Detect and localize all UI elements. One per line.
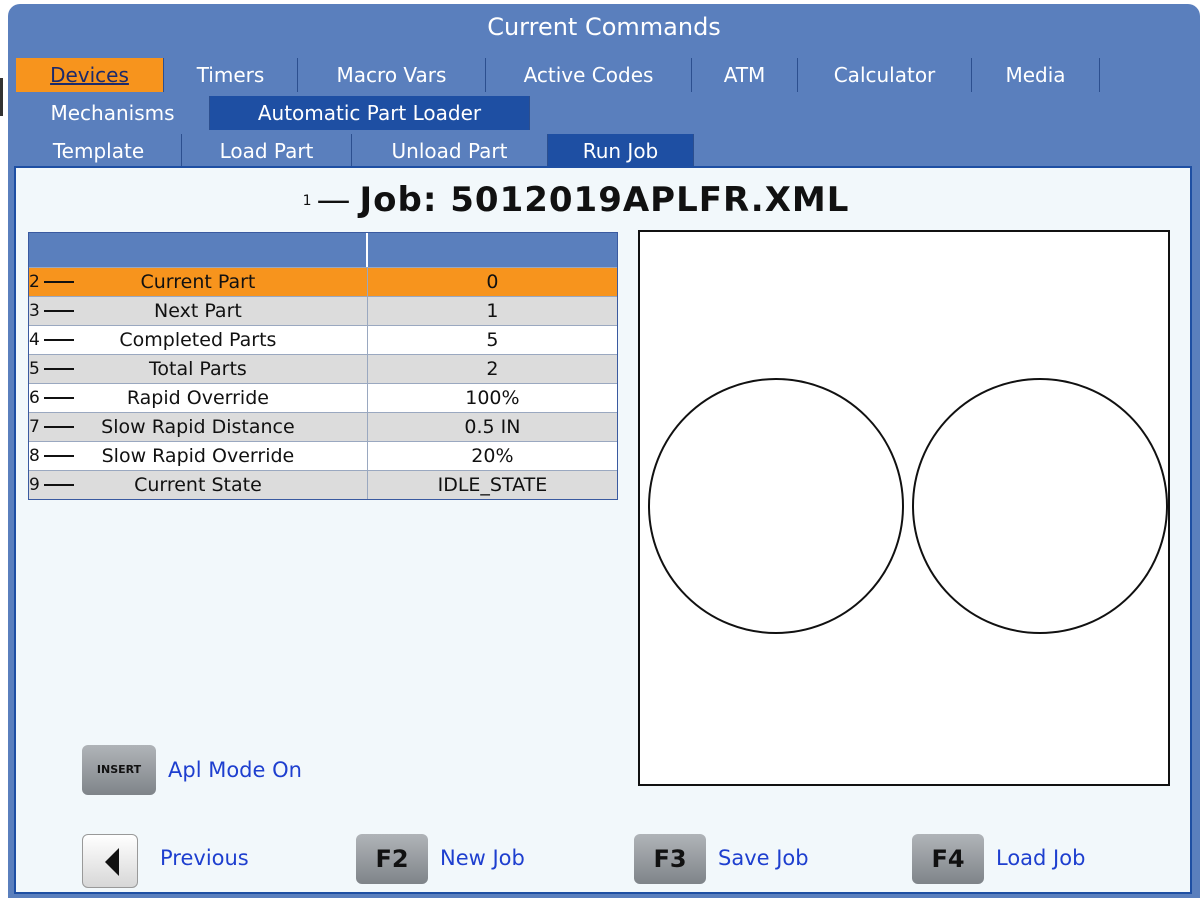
callout-number: 1 — [302, 193, 313, 209]
table-header — [29, 233, 617, 267]
tab-timers[interactable]: Timers — [164, 58, 298, 92]
row-value: 1 — [486, 300, 499, 322]
tab-automatic-part-loader[interactable]: Automatic Part Loader — [210, 96, 530, 130]
left-arrow-icon — [105, 848, 119, 876]
tab-bar-filler — [1100, 58, 1192, 92]
previous-label[interactable]: Previous — [160, 846, 249, 870]
row-label-cell: 4 Completed Parts — [29, 326, 368, 354]
row-value: 0.5 IN — [464, 416, 521, 438]
row-value: IDLE_STATE — [437, 474, 548, 496]
tab-unload-part[interactable]: Unload Part — [352, 134, 548, 168]
job-title: 1— Job: 5012019APLFR.XML — [16, 180, 1136, 220]
job-name: Job: 5012019APLFR.XML — [359, 180, 850, 220]
tab-devices[interactable]: Devices — [16, 58, 164, 92]
row-value: 5 — [486, 329, 499, 351]
row-label: Next Part — [154, 300, 242, 322]
row-value: 2 — [486, 358, 499, 380]
row-label-cell: 2 Current Part — [29, 268, 368, 296]
table-row-rapid-override[interactable]: 6 Rapid Override 100% — [29, 383, 617, 412]
window-edge-mark — [0, 78, 3, 116]
table-header-cell — [368, 233, 617, 267]
table-row-total-parts[interactable]: 5 Total Parts 2 — [29, 354, 617, 383]
row-label: Current Part — [140, 271, 256, 293]
table-row-next-part[interactable]: 3 Next Part 1 — [29, 296, 617, 325]
callout-number: 2 — [29, 268, 74, 296]
row-label-cell: 7 Slow Rapid Distance — [29, 413, 368, 441]
callout-number: 8 — [29, 442, 74, 470]
save-job-label[interactable]: Save Job — [718, 846, 809, 870]
tab-run-job[interactable]: Run Job — [548, 134, 694, 168]
row-label-cell: 8 Slow Rapid Override — [29, 442, 368, 470]
callout-number: 6 — [29, 384, 74, 412]
row-value: 20% — [471, 445, 514, 467]
row-label: Total Parts — [149, 358, 247, 380]
callout-number: 3 — [29, 297, 74, 325]
tab-calculator[interactable]: Calculator — [798, 58, 972, 92]
part-layout-viewport — [638, 230, 1170, 786]
callout-line: — — [316, 180, 352, 220]
insert-key[interactable]: INSERT — [82, 745, 156, 795]
run-job-panel: 1— Job: 5012019APLFR.XML 2 Current Part 0 … — [14, 166, 1192, 894]
table-row-slow-rapid-distance[interactable]: 7 Slow Rapid Distance 0.5 IN — [29, 412, 617, 441]
part-position-circle — [648, 378, 904, 634]
row-label-cell: 6 Rapid Override — [29, 384, 368, 412]
tab-bar-filler — [530, 96, 1192, 130]
tab-bar-filler — [694, 134, 1192, 168]
tab-active-codes[interactable]: Active Codes — [486, 58, 692, 92]
primary-tab-bar: Devices Timers Macro Vars Active Codes A… — [16, 58, 1192, 92]
secondary-tab-bar: Mechanisms Automatic Part Loader — [16, 96, 1192, 130]
table-row-current-part[interactable]: 2 Current Part 0 — [29, 267, 617, 296]
window-title: Current Commands — [487, 13, 721, 41]
apl-mode-label: Apl Mode On — [168, 758, 302, 782]
tab-load-part[interactable]: Load Part — [182, 134, 352, 168]
row-value: 100% — [465, 387, 520, 409]
tab-template[interactable]: Template — [16, 134, 182, 168]
row-label: Rapid Override — [126, 387, 269, 409]
row-label-cell: 3 Next Part — [29, 297, 368, 325]
tab-atm[interactable]: ATM — [692, 58, 798, 92]
callout-number: 5 — [29, 355, 74, 383]
row-label: Current State — [134, 474, 262, 496]
table-row-slow-rapid-override[interactable]: 8 Slow Rapid Override 20% — [29, 441, 617, 470]
part-position-circle — [912, 378, 1168, 634]
load-job-label[interactable]: Load Job — [996, 846, 1085, 870]
callout-number: 9 — [29, 471, 74, 499]
row-value: 0 — [486, 271, 499, 293]
tab-media[interactable]: Media — [972, 58, 1100, 92]
previous-button[interactable] — [82, 834, 138, 888]
callout-number: 4 — [29, 326, 74, 354]
tab-macro-vars[interactable]: Macro Vars — [298, 58, 486, 92]
row-label-cell: 5 Total Parts — [29, 355, 368, 383]
row-label: Completed Parts — [119, 329, 277, 351]
row-label-cell: 9 Current State — [29, 471, 368, 499]
row-label: Slow Rapid Distance — [101, 416, 295, 438]
f3-key[interactable]: F3 — [634, 834, 706, 884]
table-header-cell — [29, 233, 368, 267]
new-job-label[interactable]: New Job — [440, 846, 525, 870]
tertiary-tab-bar: Template Load Part Unload Part Run Job — [16, 134, 1192, 168]
f4-key[interactable]: F4 — [912, 834, 984, 884]
row-label: Slow Rapid Override — [101, 445, 295, 467]
table-row-completed-parts[interactable]: 4 Completed Parts 5 — [29, 325, 617, 354]
job-status-table: 2 Current Part 0 3 Next Part 1 4 Completed … — [28, 232, 618, 500]
callout-number: 7 — [29, 413, 74, 441]
table-row-current-state[interactable]: 9 Current State IDLE_STATE — [29, 470, 617, 499]
tab-mechanisms[interactable]: Mechanisms — [16, 96, 210, 130]
f2-key[interactable]: F2 — [356, 834, 428, 884]
